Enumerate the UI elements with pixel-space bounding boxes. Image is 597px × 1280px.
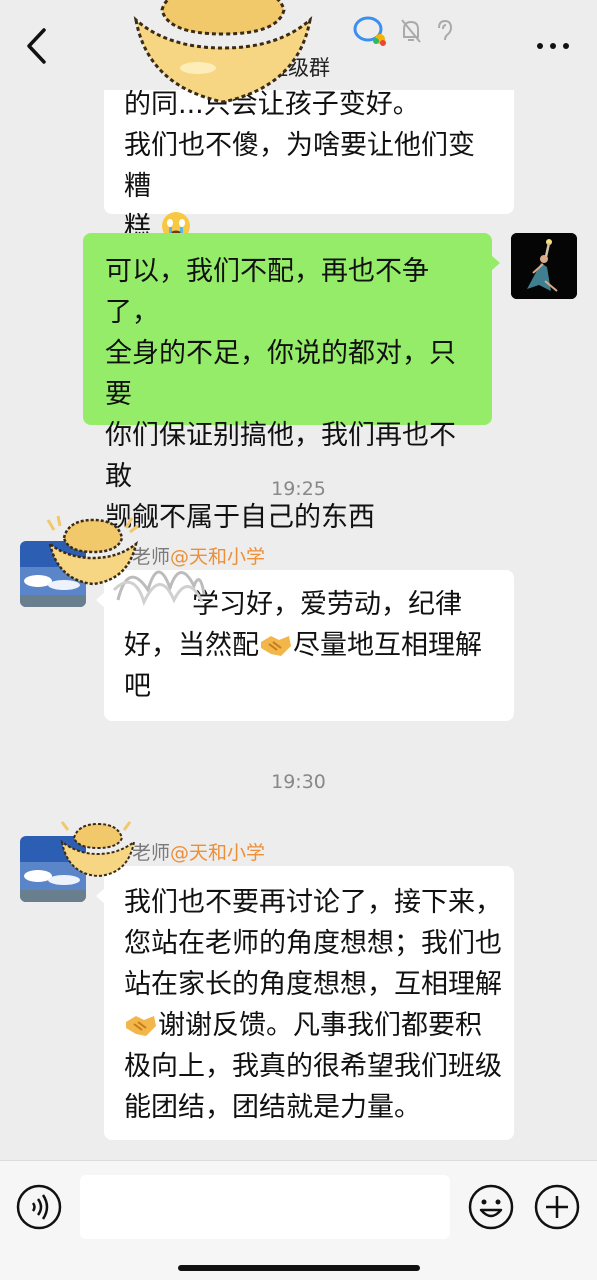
message-line: 觊觎不属于自己的东西 <box>105 502 375 533</box>
message-line: 我们也不傻，为啥要让他们变糟 <box>124 130 475 202</box>
title-status-icons <box>352 14 454 48</box>
timestamp: 19:25 <box>271 478 326 500</box>
emoji-picker-icon[interactable] <box>468 1184 514 1230</box>
message-line: 站在家长的角度想想，互相理解 <box>124 969 502 1000</box>
bubble-tail <box>96 888 105 904</box>
message-line: 全身的不足，你说的都对，只要 <box>105 338 456 410</box>
bubble-tail <box>96 592 105 608</box>
more-dots-icon[interactable] <box>535 36 571 56</box>
handshake-icon <box>261 636 291 656</box>
message-line: 极向上，我真的很希望我们班级 <box>124 1051 502 1082</box>
sender-name: 老师@天和小学 <box>132 838 265 865</box>
message-line: 您站在老师的角度想想；我们也 <box>124 928 502 959</box>
plus-more-icon[interactable] <box>534 1184 580 1230</box>
message-line: 能团结，团结就是力量。 <box>124 1092 421 1123</box>
message-line-text: 好，当然配 <box>124 630 259 661</box>
message-input-bar <box>0 1160 597 1280</box>
message-bubble-incoming[interactable]: 我们也不要再讨论了，接下来， 您站在老师的角度想想；我们也 站在家长的角度想想，… <box>96 866 514 1140</box>
handshake-icon <box>126 1016 156 1036</box>
home-indicator[interactable] <box>178 1265 420 1271</box>
message-text-input[interactable] <box>80 1175 450 1239</box>
gold-ingot-sticker-icon <box>46 515 139 586</box>
mute-bell-icon <box>401 19 421 43</box>
sender-school: @天和小学 <box>170 842 266 864</box>
message-line: 可以，我们不配，再也不争了， <box>105 256 429 328</box>
message-line: 谢谢反馈。凡事我们都要积 <box>124 1005 504 1046</box>
message-bubble-outgoing[interactable]: 可以，我们不配，再也不争了， 全身的不足，你说的都对，只要 你们保证别搞他，我们… <box>83 233 500 533</box>
message-line-text: 谢谢反馈。凡事我们都要积 <box>158 1010 482 1041</box>
timestamp: 19:30 <box>271 771 326 793</box>
message-line: 好，当然配 尽量地互相理解 <box>124 625 504 666</box>
gold-ingot-sticker-icon <box>133 0 313 104</box>
message-line-text: 尽量地互相理解 <box>293 630 482 661</box>
enterprise-chat-icon <box>353 16 386 46</box>
message-line: 吧 <box>124 671 151 702</box>
dancer-avatar-image <box>511 233 577 299</box>
message-line: 我们也不要再讨论了，接下来， <box>124 887 502 918</box>
gold-ingot-sticker-icon <box>60 821 136 878</box>
voice-input-icon[interactable] <box>16 1184 62 1230</box>
earpiece-icon <box>438 19 453 41</box>
my-avatar[interactable] <box>511 233 577 299</box>
bubble-tail <box>491 255 500 271</box>
message-bubble-incoming[interactable]: 学习好，爱劳动，纪律 好，当然配 尽量地互相理解 吧 <box>96 570 514 721</box>
